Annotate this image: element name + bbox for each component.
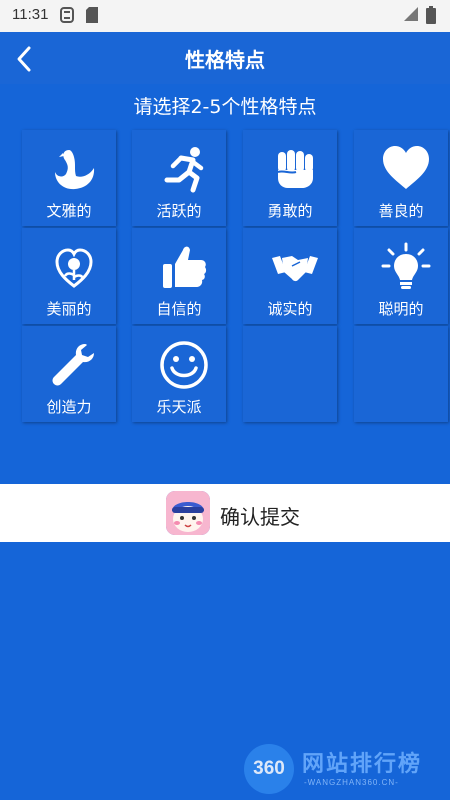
cartoon-face-icon [166, 491, 210, 535]
status-time: 11:31 [12, 6, 49, 23]
fist-icon [277, 150, 313, 188]
thumbs-up-icon [163, 246, 207, 288]
swan-icon [55, 150, 95, 190]
trait-confident[interactable]: 自信的 [132, 228, 226, 324]
trait-label: 聪明的 [378, 300, 424, 318]
trait-label: 乐天派 [156, 398, 202, 416]
trait-elegant[interactable]: 文雅的 [22, 130, 116, 226]
sync-icon [60, 7, 74, 23]
page-title: 性格特点 [185, 48, 265, 72]
trait-label: 活跃的 [156, 202, 202, 220]
smiley-icon [160, 341, 208, 389]
trait-honest[interactable]: 诚实的 [243, 228, 337, 324]
instruction-text: 请选择2-5个性格特点 [133, 96, 317, 118]
trait-smart[interactable]: 聪明的 [354, 228, 448, 324]
trait-brave[interactable]: 勇敢的 [243, 130, 337, 226]
empty-cell [243, 326, 337, 422]
trait-creative[interactable]: 创造力 [22, 326, 116, 422]
sd-card-icon [86, 7, 98, 23]
submit-button[interactable]: 确认提交 [0, 484, 450, 542]
trait-label: 勇敢的 [267, 202, 313, 220]
heart-rose-icon [55, 248, 93, 288]
watermark: 360 网站排行榜 -WANGZHAN360.CN- [240, 740, 450, 798]
trait-active[interactable]: 活跃的 [132, 130, 226, 226]
trait-optimistic[interactable]: 乐天派 [132, 326, 226, 422]
app-header: 性格特点 [0, 32, 450, 84]
trait-label: 创造力 [46, 398, 92, 416]
lightbulb-icon [381, 242, 431, 289]
watermark-badge: 360 [244, 744, 294, 794]
running-person-icon [164, 147, 204, 193]
handshake-icon [272, 256, 318, 282]
signal-icon [404, 7, 418, 21]
trait-kind[interactable]: 善良的 [354, 130, 448, 226]
battery-icon [426, 6, 436, 24]
submit-label: 确认提交 [220, 505, 300, 529]
watermark-subtext: -WANGZHAN360.CN- [304, 778, 399, 787]
trait-label: 善良的 [378, 202, 424, 220]
avatar [166, 491, 210, 535]
trait-beautiful[interactable]: 美丽的 [22, 228, 116, 324]
heart-icon [383, 146, 429, 189]
status-bar: 11:31 [0, 0, 450, 32]
watermark-text: 网站排行榜 [302, 752, 423, 777]
trait-label: 自信的 [156, 300, 202, 318]
trait-label: 美丽的 [46, 300, 92, 318]
empty-cell [354, 326, 448, 422]
trait-label: 诚实的 [267, 300, 313, 318]
wrench-icon [52, 344, 94, 386]
trait-label: 文雅的 [46, 202, 92, 220]
